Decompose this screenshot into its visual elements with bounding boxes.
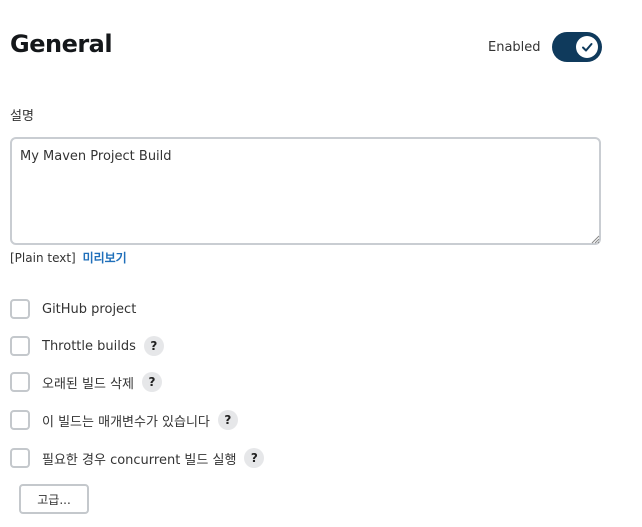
enabled-toggle[interactable] <box>552 32 602 62</box>
option-label: GitHub project <box>42 301 137 317</box>
resize-grip-icon[interactable] <box>590 234 600 244</box>
toggle-knob <box>576 36 598 58</box>
option-label: Throttle builds <box>42 338 136 354</box>
checkbox[interactable] <box>10 448 30 468</box>
enabled-label: Enabled <box>488 40 541 55</box>
help-icon[interactable]: ? <box>244 448 265 468</box>
option-label: 필요한 경우 concurrent 빌드 실행 <box>42 452 237 468</box>
option-label: 이 빌드는 매개변수가 있습니다 <box>42 414 210 430</box>
checkbox[interactable] <box>10 299 30 319</box>
help-icon[interactable]: ? <box>217 410 238 430</box>
preview-row: [Plain text] 미리보기 <box>10 249 127 266</box>
description-textarea[interactable] <box>10 137 601 245</box>
option-throttle-builds[interactable]: Throttle builds ? <box>10 335 164 357</box>
checkbox[interactable] <box>10 372 30 392</box>
option-concurrent-builds[interactable]: 필요한 경우 concurrent 빌드 실행 ? <box>10 447 265 469</box>
check-icon <box>582 43 593 52</box>
option-parameterized[interactable]: 이 빌드는 매개변수가 있습니다 ? <box>10 409 238 431</box>
option-discard-old-builds[interactable]: 오래된 빌드 삭제 ? <box>10 371 162 393</box>
checkbox[interactable] <box>10 336 30 356</box>
format-label: [Plain text] <box>10 251 76 265</box>
option-github-project[interactable]: GitHub project <box>10 298 136 320</box>
help-icon[interactable]: ? <box>143 336 164 356</box>
checkbox[interactable] <box>10 410 30 430</box>
help-icon[interactable]: ? <box>142 372 162 392</box>
preview-link[interactable]: 미리보기 <box>83 251 127 265</box>
description-label: 설명 <box>10 109 34 124</box>
option-label: 오래된 빌드 삭제 <box>42 376 134 392</box>
section-title: General <box>10 30 113 58</box>
advanced-button[interactable]: 고급... <box>19 484 89 514</box>
